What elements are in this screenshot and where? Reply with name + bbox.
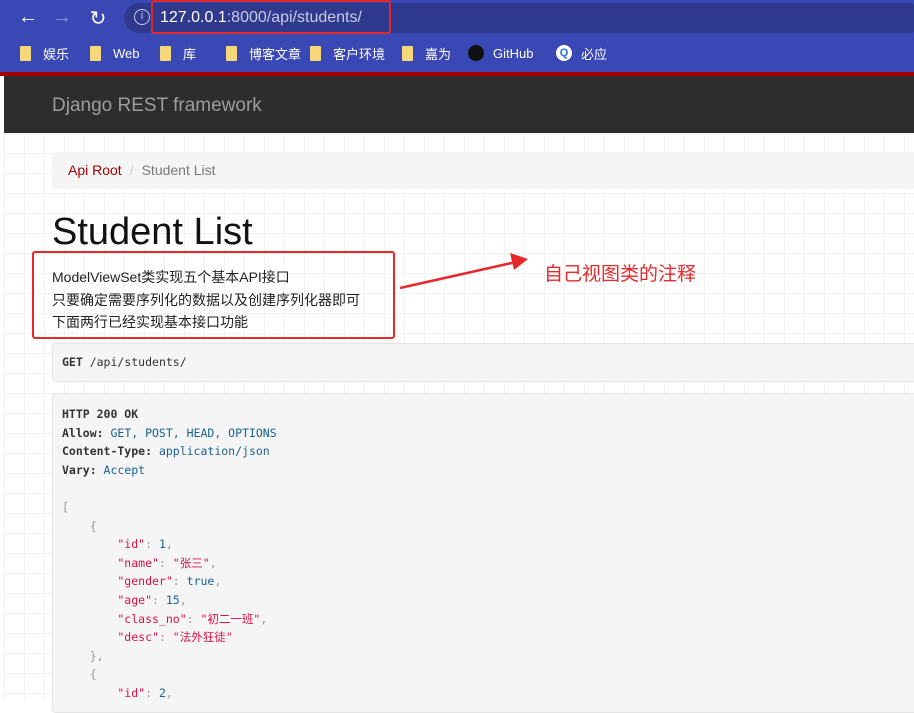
response-token: "id" xyxy=(62,685,146,700)
response-token: true xyxy=(186,574,215,589)
folder-icon xyxy=(310,45,321,61)
response-token: GET, POST, HEAD, OPTIONS xyxy=(103,425,277,440)
request-method: GET xyxy=(62,355,83,369)
request-info: GET /api/students/ xyxy=(52,343,914,382)
response-token: 1 xyxy=(158,537,166,552)
bookmark-label: 客户环境 xyxy=(333,46,386,62)
content: Api Root / Student List Student List Model… xyxy=(4,133,914,713)
response-key: Vary: xyxy=(62,462,97,477)
response-token: : xyxy=(145,685,159,700)
response-token: "gender" xyxy=(62,574,173,589)
bookmark-item[interactable]: Web xyxy=(90,44,140,62)
response-token: : xyxy=(172,574,187,589)
request-path: /api/students/ xyxy=(82,355,187,369)
response-token: 15 xyxy=(165,592,180,607)
folder-icon xyxy=(20,45,31,61)
annotation-arrow xyxy=(399,253,528,290)
bookmark-label: GitHub xyxy=(493,45,534,61)
bookmark-label: Web xyxy=(113,45,140,61)
response-token: { xyxy=(89,518,97,533)
response-token: , xyxy=(209,555,217,570)
bookmark-item[interactable]: 嘉为 xyxy=(402,44,451,62)
bookmark-label: 必应 xyxy=(581,46,608,62)
response-token: , xyxy=(179,592,187,607)
response-token: }, xyxy=(89,648,104,663)
url-highlight-box xyxy=(151,0,391,34)
response-token: "name" xyxy=(62,555,159,570)
bookmark-label: 嘉为 xyxy=(425,46,452,62)
response-token: "age" xyxy=(62,592,153,607)
bookmark-item[interactable]: Q 必应 xyxy=(556,44,607,62)
response-token: , xyxy=(165,685,173,700)
response-token: : xyxy=(158,555,173,570)
response-token: : xyxy=(186,611,201,626)
folder-icon xyxy=(402,45,413,61)
response-token: "class_no" xyxy=(62,611,187,626)
response-token: 2 xyxy=(158,685,166,700)
bookmark-label: 博客文章 xyxy=(249,46,302,62)
breadcrumb-separator: / xyxy=(129,162,134,178)
back-icon[interactable]: ← xyxy=(16,6,40,29)
bing-icon: Q xyxy=(556,45,572,61)
bookmark-item[interactable]: 娱乐 xyxy=(20,44,69,62)
response-token: , xyxy=(165,537,173,552)
bookmark-item[interactable]: GitHub xyxy=(468,44,533,62)
breadcrumb-api-root[interactable]: Api Root xyxy=(68,162,122,178)
response-key: HTTP 200 OK xyxy=(62,407,139,421)
github-icon xyxy=(468,45,484,61)
bookmark-item[interactable]: 博客文章 xyxy=(226,44,301,62)
forward-icon[interactable]: → xyxy=(50,6,74,29)
navbar: Django REST framework xyxy=(4,76,914,133)
response-token: , xyxy=(214,574,222,589)
response-token: "法外狂徒" xyxy=(172,630,233,645)
bookmark-item[interactable]: 库 xyxy=(160,44,196,62)
breadcrumb: Api Root / Student List xyxy=(52,152,914,189)
bookmark-label: 娱乐 xyxy=(43,46,70,62)
page-title: Student List xyxy=(52,211,253,253)
response-token: "张三" xyxy=(172,555,210,570)
folder-icon xyxy=(226,45,237,61)
brand[interactable]: Django REST framework xyxy=(52,95,262,117)
bookmark-label: 库 xyxy=(183,46,197,62)
response-token: Accept xyxy=(96,462,146,477)
response-token: { xyxy=(89,667,97,682)
reload-icon[interactable]: ↻ xyxy=(86,6,110,31)
bookmark-item[interactable]: 客户环境 xyxy=(310,44,385,62)
response-token: , xyxy=(260,611,268,626)
response-info: HTTP 200 OK Allow: GET, POST, HEAD, OPTI… xyxy=(52,393,914,713)
response-token: "id" xyxy=(62,537,146,552)
response-token: "desc" xyxy=(62,630,159,645)
response-token: : xyxy=(145,537,159,552)
response-token: [ xyxy=(62,499,69,514)
folder-icon xyxy=(160,45,171,61)
response-token: : xyxy=(152,592,166,607)
browser-toolbar: ← → ↻ i 127.0.0.1:8000/api/students/ 娱乐 W… xyxy=(0,0,914,72)
info-icon[interactable]: i xyxy=(134,9,150,25)
response-key: Allow: xyxy=(62,425,104,440)
response-key: Content-Type: xyxy=(62,444,153,459)
response-token: : xyxy=(158,630,173,645)
response-token: application/json xyxy=(152,444,270,459)
folder-icon xyxy=(90,45,101,61)
annotation-text: 自己视图类的注释 xyxy=(544,264,697,285)
breadcrumb-current: Student List xyxy=(141,162,216,178)
annotation-box xyxy=(32,251,395,339)
response-token: "初二一班" xyxy=(200,611,261,626)
